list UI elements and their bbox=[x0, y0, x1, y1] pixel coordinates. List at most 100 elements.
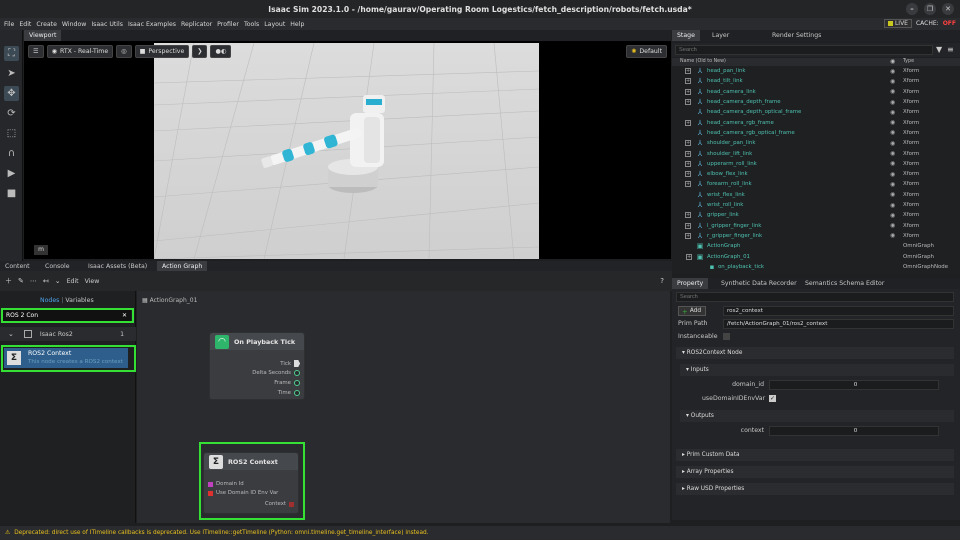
scene-render[interactable] bbox=[153, 42, 540, 259]
eye-icon[interactable]: ◉ bbox=[890, 78, 895, 85]
port-delta-seconds[interactable]: Delta Seconds bbox=[252, 370, 300, 376]
expand-icon[interactable]: + bbox=[685, 181, 691, 188]
renderer-button[interactable]: ◉ RTX - Real-Time bbox=[46, 44, 114, 58]
stage-tree-row[interactable]: + ⅄ gripper_link ◉ Xform bbox=[672, 210, 954, 220]
stage-tree-row[interactable]: ⅄ wrist_flex_link ◉ Xform bbox=[672, 190, 954, 200]
context-field[interactable]: 0 bbox=[769, 426, 939, 436]
node-on-playback-tick[interactable]: ◠ On Playback Tick Tick Delta Seconds Fr… bbox=[209, 332, 305, 400]
viewport[interactable]: ☰ ◉ RTX - Real-Time ◎ ■ Perspective ❯ ●◐… bbox=[24, 41, 671, 259]
minimize-button[interactable]: – bbox=[906, 3, 918, 15]
more-icon[interactable]: ⋯ bbox=[30, 277, 37, 285]
expand-icon[interactable]: + bbox=[685, 99, 691, 106]
stage-tree-row[interactable]: + ⅄ r_gripper_finger_link ◉ Xform bbox=[672, 231, 954, 241]
menu-help[interactable]: Help bbox=[290, 21, 304, 28]
eye-icon[interactable]: ◉ bbox=[890, 232, 895, 239]
new-graph-icon[interactable]: ＋ bbox=[5, 276, 12, 286]
menu-layout[interactable]: Layout bbox=[264, 21, 285, 28]
stage-tree-row[interactable]: + ⅄ elbow_flex_link ◉ Xform bbox=[672, 169, 954, 179]
instanceable-checkbox[interactable] bbox=[723, 333, 730, 340]
stereo-button[interactable]: ●◐ bbox=[210, 44, 232, 58]
menu-file[interactable]: File bbox=[4, 21, 14, 28]
filter-icon[interactable]: ▼ bbox=[936, 45, 942, 54]
node-category-row[interactable]: ⌄ Isaac Ros2 1 bbox=[0, 327, 136, 341]
expand-icon[interactable]: + bbox=[685, 232, 691, 239]
eye-icon[interactable]: ◉ bbox=[890, 171, 895, 178]
stop-icon[interactable]: ■ bbox=[4, 186, 19, 201]
tab-semantics-schema-editor[interactable]: Semantics Schema Editor bbox=[800, 278, 889, 289]
stage-search-input[interactable] bbox=[675, 45, 933, 55]
expand-icon[interactable]: + bbox=[685, 68, 691, 75]
eye-icon[interactable]: ◉ bbox=[890, 68, 895, 75]
port-frame[interactable]: Frame bbox=[274, 380, 300, 386]
use-env-checkbox[interactable]: ✓ bbox=[769, 395, 776, 402]
stage-tree-row[interactable]: ▣ ActionGraph OmniGraph bbox=[672, 241, 954, 251]
expand-icon[interactable]: + bbox=[686, 253, 692, 260]
expand-icon[interactable]: + bbox=[685, 88, 691, 95]
stage-tree-row[interactable]: + ⅄ forearm_roll_link ◉ Xform bbox=[672, 179, 954, 189]
magnet-icon[interactable]: ∩ bbox=[4, 146, 19, 161]
stage-tree-row[interactable]: + ⅄ head_tilt_link ◉ Xform bbox=[672, 76, 954, 86]
stage-tree-row[interactable]: ▪ on_playback_tick OmniGraphNode bbox=[672, 262, 954, 272]
menu-tools[interactable]: Tools bbox=[244, 21, 259, 28]
domain-id-field[interactable]: 0 bbox=[769, 380, 939, 390]
property-search-input[interactable] bbox=[676, 292, 954, 302]
maximize-button[interactable]: ❐ bbox=[924, 3, 936, 15]
expand-icon[interactable]: + bbox=[685, 140, 691, 147]
expand-icon[interactable]: + bbox=[685, 222, 691, 229]
stage-tree-row[interactable]: ⅄ head_camera_rgb_optical_frame ◉ Xform bbox=[672, 128, 954, 138]
eye-icon[interactable]: ◉ bbox=[890, 109, 895, 116]
eye-icon[interactable]: ◉ bbox=[890, 160, 895, 167]
add-button[interactable]: ＋ Add bbox=[678, 306, 706, 316]
col-type[interactable]: Type bbox=[903, 59, 914, 64]
expand-icon[interactable]: + bbox=[685, 160, 691, 167]
menu-window[interactable]: Window bbox=[62, 21, 86, 28]
viewport-settings-button[interactable]: ☰ bbox=[28, 44, 44, 58]
eye-icon[interactable]: ◉ bbox=[890, 191, 895, 198]
stage-tree-row[interactable]: + ⅄ head_pan_link ◉ Xform bbox=[672, 66, 954, 76]
cache-state[interactable]: OFF bbox=[943, 20, 956, 27]
stage-tree-row[interactable]: + ⅄ head_camera_depth_frame ◉ Xform bbox=[672, 97, 954, 107]
expand-icon[interactable]: + bbox=[685, 119, 691, 126]
section-raw-usd-properties[interactable]: ▸ Raw USD Properties bbox=[676, 483, 954, 495]
eye-icon[interactable]: ◉ bbox=[890, 212, 895, 219]
expand-icon[interactable]: + bbox=[685, 78, 691, 85]
help-icon[interactable]: ? bbox=[660, 277, 664, 285]
menu-replicator[interactable]: Replicator bbox=[181, 21, 212, 28]
tab-stage[interactable]: Stage bbox=[672, 30, 700, 41]
stage-tree-row[interactable]: + ⅄ shoulder_pan_link ◉ Xform bbox=[672, 138, 954, 148]
menu-edit[interactable]: Edit bbox=[19, 21, 31, 28]
stage-tree-row[interactable]: ⅄ wrist_roll_link ◉ Xform bbox=[672, 200, 954, 210]
graph-canvas[interactable]: ▦ ActionGraph_01 ◠ On Playback Tick Tick… bbox=[137, 291, 670, 523]
menu-icon[interactable]: ≡ bbox=[947, 45, 954, 54]
stage-tree-row[interactable]: + ⅄ head_camera_link ◉ Xform bbox=[672, 87, 954, 97]
eye-icon[interactable]: ◉ bbox=[890, 222, 895, 229]
port-time[interactable]: Time bbox=[278, 390, 300, 396]
eye-icon[interactable]: ◉ bbox=[890, 88, 895, 95]
close-button[interactable]: ✕ bbox=[942, 3, 954, 15]
lighting-button[interactable]: ✺ Default bbox=[626, 44, 667, 58]
prim-name-field[interactable]: ros2_context bbox=[723, 306, 954, 316]
play-icon[interactable]: ▶ bbox=[4, 166, 19, 181]
expand-icon[interactable]: + bbox=[685, 150, 691, 157]
section-ros2context-node[interactable]: ▾ ROS2Context Node bbox=[676, 347, 954, 359]
stage-tree-row[interactable]: + ▣ ActionGraph_01 OmniGraph bbox=[672, 251, 954, 261]
move-icon[interactable]: ✥ bbox=[4, 86, 19, 101]
tab-property[interactable]: Property bbox=[672, 278, 709, 289]
eye-icon[interactable]: ◉ bbox=[890, 140, 895, 147]
forward-button[interactable]: ❯ bbox=[192, 44, 208, 58]
tab-viewport[interactable]: Viewport bbox=[24, 30, 62, 41]
menu-isaac-utils[interactable]: Isaac Utils bbox=[91, 21, 123, 28]
tab-synthetic-data-recorder[interactable]: Synthetic Data Recorder bbox=[716, 278, 802, 289]
camera-button[interactable]: ■ Perspective bbox=[134, 44, 190, 58]
stage-tree-row[interactable]: + ⅄ l_gripper_finger_link ◉ Xform bbox=[672, 221, 954, 231]
section-array-properties[interactable]: ▸ Array Properties bbox=[676, 466, 954, 478]
eye-icon[interactable]: ◉ bbox=[890, 150, 895, 157]
eye-icon[interactable]: ◉ bbox=[890, 119, 895, 126]
expand-icon[interactable]: + bbox=[685, 171, 691, 178]
eye-icon[interactable]: ◉ bbox=[890, 202, 895, 209]
expand-icon[interactable]: + bbox=[685, 212, 691, 219]
stage-tree-row[interactable]: + ⅄ shoulder_lift_link ◉ Xform bbox=[672, 148, 954, 158]
edit-menu[interactable]: Edit bbox=[67, 278, 79, 285]
tab-nodes[interactable]: Nodes bbox=[40, 297, 59, 304]
menu-profiler[interactable]: Profiler bbox=[217, 21, 239, 28]
